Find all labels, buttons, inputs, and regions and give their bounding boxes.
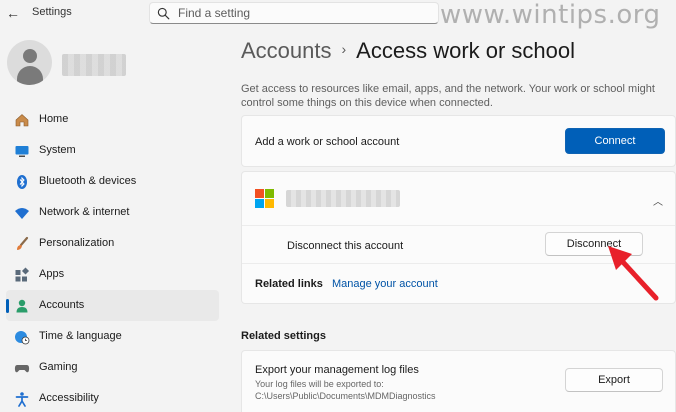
sidebar-item-label: Home	[39, 113, 69, 125]
sidebar-item-label: Gaming	[39, 361, 78, 373]
sidebar-item-label: Personalization	[39, 237, 115, 249]
system-icon	[15, 146, 29, 157]
related-links-label: Related links	[255, 278, 323, 290]
sidebar-nav: Home System Bluetooth & devices Network …	[6, 104, 219, 412]
avatar	[7, 40, 52, 85]
export-logs-card: Export your management log files Your lo…	[241, 350, 676, 412]
annotation-arrow-icon	[608, 246, 659, 301]
sidebar-item-bluetooth[interactable]: Bluetooth & devices	[6, 166, 219, 197]
sidebar-item-label: System	[39, 144, 76, 156]
sidebar-item-label: Time & language	[39, 330, 122, 342]
app-title: Settings	[32, 6, 72, 18]
home-icon	[15, 114, 29, 127]
page-description: Get access to resources like email, apps…	[241, 83, 655, 109]
sidebar-item-accessibility[interactable]: Accessibility	[6, 383, 219, 412]
export-logs-label: Export your management log files	[255, 364, 419, 376]
breadcrumb: Accounts › Access work or school	[241, 38, 575, 64]
gamepad-icon	[14, 365, 30, 373]
sidebar-item-gaming[interactable]: Gaming	[6, 352, 219, 383]
connect-button[interactable]: Connect	[565, 128, 665, 154]
brush-icon	[17, 236, 29, 250]
globe-clock-icon	[15, 331, 30, 345]
sidebar-item-label: Accessibility	[39, 392, 99, 404]
disconnect-label: Disconnect this account	[287, 240, 404, 252]
breadcrumb-separator-icon: ›	[341, 41, 347, 57]
microsoft-logo-icon	[255, 189, 274, 208]
active-indicator	[6, 299, 9, 313]
bluetooth-icon	[17, 175, 27, 189]
sidebar-item-time-language[interactable]: Time & language	[6, 321, 219, 352]
sidebar-item-personalization[interactable]: Personalization	[6, 228, 219, 259]
back-arrow-icon[interactable]: ←	[4, 4, 22, 22]
sidebar-item-network[interactable]: Network & internet	[6, 197, 219, 228]
breadcrumb-parent-accounts[interactable]: Accounts	[241, 38, 332, 63]
manage-account-link[interactable]: Manage your account	[332, 278, 438, 290]
account-header[interactable]: ︿	[242, 172, 675, 226]
sidebar-item-system[interactable]: System	[6, 135, 219, 166]
page-title: Access work or school	[356, 38, 576, 63]
sidebar-item-home[interactable]: Home	[6, 104, 219, 135]
sidebar-item-label: Apps	[39, 268, 65, 280]
blurred-user-name	[62, 54, 126, 76]
title-bar: ← Settings www.wintips.org	[0, 0, 676, 30]
chevron-up-icon[interactable]: ︿	[653, 193, 663, 208]
blurred-account-email	[286, 190, 400, 207]
related-settings-title: Related settings	[241, 330, 326, 342]
sidebar-item-apps[interactable]: Apps	[6, 259, 219, 290]
search-icon	[157, 7, 170, 20]
export-button[interactable]: Export	[565, 368, 663, 392]
sidebar-item-accounts[interactable]: Accounts	[6, 290, 219, 321]
search-input[interactable]	[178, 5, 428, 21]
wifi-icon	[15, 208, 29, 219]
sidebar-item-label: Network & internet	[39, 206, 130, 218]
accessibility-icon	[15, 392, 29, 407]
export-logs-path: Your log files will be exported to: C:\U…	[255, 379, 436, 401]
accounts-icon	[16, 299, 28, 313]
add-account-label: Add a work or school account	[255, 136, 400, 148]
search-box[interactable]	[149, 2, 439, 24]
apps-icon	[15, 267, 30, 282]
sidebar-item-label: Bluetooth & devices	[39, 175, 137, 187]
add-account-card: Add a work or school account Connect	[241, 115, 676, 167]
watermark: www.wintips.org	[440, 0, 661, 30]
sidebar-item-label: Accounts	[39, 299, 85, 311]
